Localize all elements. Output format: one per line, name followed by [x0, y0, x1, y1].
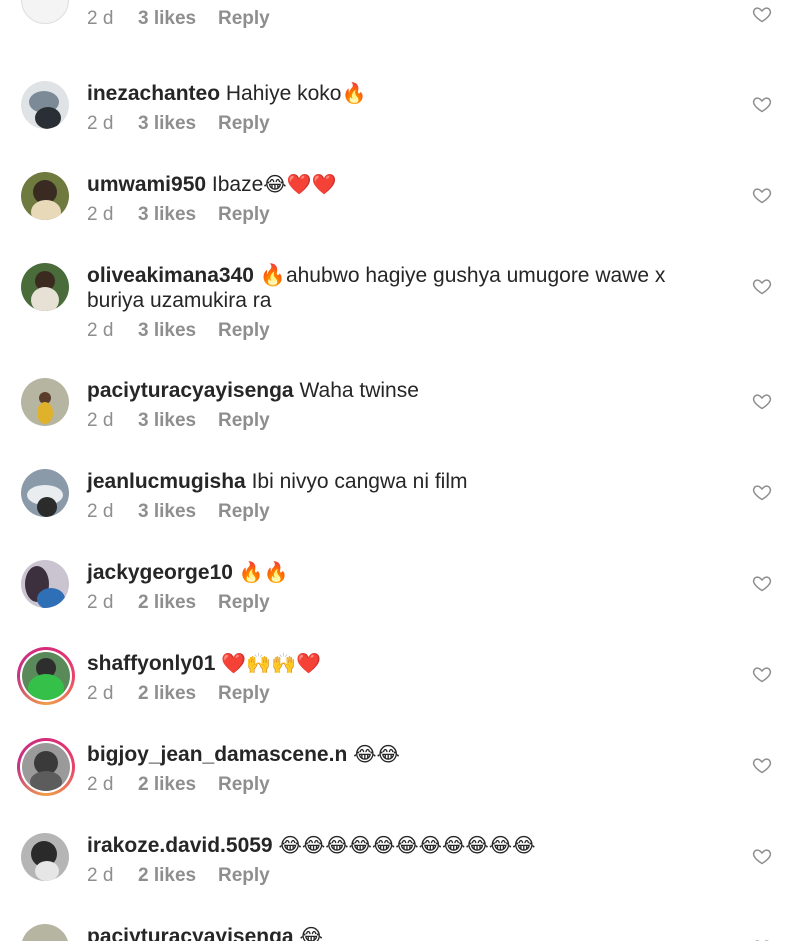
comment-text: jeanlucmugisha Ibi nivyo cangwa ni film: [87, 470, 468, 493]
comment-time: 2 d: [87, 113, 114, 134]
comment-likes[interactable]: 2 likes: [138, 682, 218, 706]
comment-time: 2 d: [87, 8, 114, 29]
comment-likes[interactable]: 2 likes: [138, 773, 218, 797]
comment-username[interactable]: shaffyonly01: [87, 652, 215, 675]
comment-username[interactable]: oliveakimana340: [87, 264, 254, 287]
comment-text: paciyturacyayisenga 😂: [87, 924, 730, 941]
comment-time: 2 d: [87, 501, 114, 522]
comment-time: 2 d: [87, 410, 114, 431]
heart-outline-icon[interactable]: [752, 937, 772, 941]
reply-button[interactable]: Reply: [218, 319, 270, 343]
reply-button[interactable]: Reply: [218, 112, 270, 136]
avatar[interactable]: [21, 833, 69, 881]
heart-outline-icon[interactable]: [752, 391, 772, 411]
heart-outline-icon[interactable]: [752, 482, 772, 502]
comment-username[interactable]: inezachanteo: [87, 82, 220, 105]
comment-username[interactable]: jeanlucmugisha: [87, 470, 246, 493]
comment-time: 2 d: [87, 865, 114, 886]
comment-username[interactable]: umwami950: [87, 173, 206, 196]
comment-meta: 2 d 3 likes Reply: [87, 203, 730, 227]
comment-meta: 2 d 3 likes Reply: [87, 500, 730, 524]
reply-button[interactable]: Reply: [218, 409, 270, 433]
avatar[interactable]: [21, 172, 69, 220]
avatar[interactable]: [21, 924, 69, 941]
comment-meta: 2 d 2 likes Reply: [87, 864, 730, 888]
comment-likes[interactable]: 3 likes: [138, 500, 218, 524]
avatar[interactable]: [21, 469, 69, 517]
avatar: [22, 652, 70, 700]
comment-text: umwami950 Ibaze😂❤️❤️: [87, 172, 337, 196]
heart-outline-icon[interactable]: [752, 4, 772, 24]
heart-outline-icon[interactable]: [752, 94, 772, 114]
avatar[interactable]: [21, 0, 69, 24]
comment-likes[interactable]: 3 likes: [138, 7, 218, 31]
comment-text: irakoze.david.5059 😂😂😂😂😂😂😂😂😂😂😂: [87, 833, 536, 857]
comment-meta: 2 d 2 likes Reply: [87, 773, 730, 797]
heart-outline-icon[interactable]: [752, 573, 772, 593]
avatar: [22, 743, 70, 791]
avatar-story-ring[interactable]: [17, 738, 75, 796]
comment-likes[interactable]: 3 likes: [138, 112, 218, 136]
comment-likes[interactable]: 2 likes: [138, 591, 218, 615]
reply-button[interactable]: Reply: [218, 7, 270, 31]
comment-username[interactable]: bigjoy_jean_damascene.n: [87, 743, 347, 766]
comment-username[interactable]: paciyturacyayisenga: [87, 925, 294, 941]
heart-outline-icon[interactable]: [752, 755, 772, 775]
comment-time: 2 d: [87, 320, 114, 341]
avatar[interactable]: [21, 378, 69, 426]
reply-button[interactable]: Reply: [218, 864, 270, 888]
comment-time: 2 d: [87, 683, 114, 704]
comment-meta: 2 d 3 likes Reply: [87, 409, 730, 433]
comment-meta: 2 d 2 likes Reply: [87, 591, 730, 615]
comment-likes[interactable]: 3 likes: [138, 319, 218, 343]
comment-meta: 2 d 3 likes Reply: [87, 7, 730, 31]
comment-time: 2 d: [87, 592, 114, 613]
reply-button[interactable]: Reply: [218, 773, 270, 797]
comment-time: 2 d: [87, 774, 114, 795]
comment-time: 2 d: [87, 204, 114, 225]
comments-feed: 😂 2 d3 likesReply inezachanteo Hahiye ko…: [0, 0, 800, 941]
comment-username[interactable]: paciyturacyayisenga: [87, 379, 294, 402]
comment-text: paciyturacyayisenga Waha twinse: [87, 379, 419, 402]
comment-likes[interactable]: 2 likes: [138, 864, 218, 888]
heart-outline-icon[interactable]: [752, 185, 772, 205]
comment-meta: 2 d 2 likes Reply: [87, 682, 730, 706]
avatar[interactable]: [21, 263, 69, 311]
comment-meta: 2 d 3 likes Reply: [87, 319, 715, 343]
comment-text: oliveakimana340 🔥ahubwo hagiye gushya um…: [87, 264, 666, 312]
comment-text: bigjoy_jean_damascene.n 😂😂: [87, 742, 400, 766]
avatar[interactable]: [21, 560, 69, 608]
reply-button[interactable]: Reply: [218, 500, 270, 524]
reply-button[interactable]: Reply: [218, 682, 270, 706]
heart-outline-icon[interactable]: [752, 846, 772, 866]
comment-likes[interactable]: 3 likes: [138, 203, 218, 227]
reply-button[interactable]: Reply: [218, 591, 270, 615]
comment-text: inezachanteo Hahiye koko🔥: [87, 81, 367, 105]
avatar-story-ring[interactable]: [17, 647, 75, 705]
comment-likes[interactable]: 3 likes: [138, 409, 218, 433]
avatar[interactable]: [21, 81, 69, 129]
comment-meta: 2 d 3 likes Reply: [87, 112, 730, 136]
reply-button[interactable]: Reply: [218, 203, 270, 227]
comment-text: shaffyonly01 ❤️🙌🙌❤️: [87, 651, 321, 675]
comment-username[interactable]: irakoze.david.5059: [87, 834, 273, 857]
heart-outline-icon[interactable]: [752, 276, 772, 296]
comment-username[interactable]: jackygeorge10: [87, 561, 233, 584]
comment-text: jackygeorge10 🔥🔥: [87, 560, 289, 584]
heart-outline-icon[interactable]: [752, 664, 772, 684]
